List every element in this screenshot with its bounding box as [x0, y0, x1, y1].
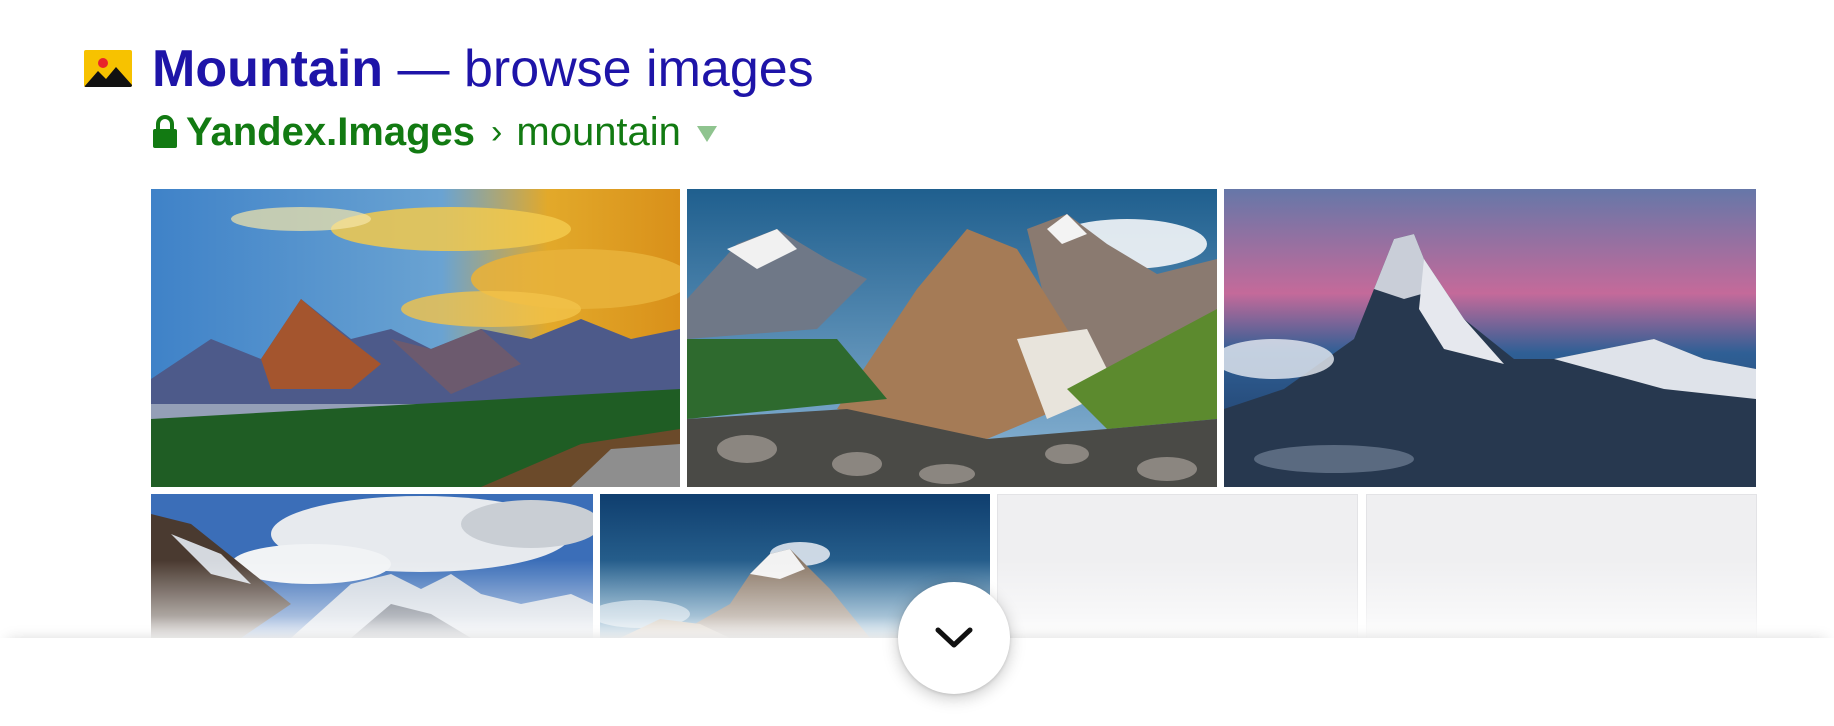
chevron-down-icon: [935, 627, 973, 648]
image-thumbnail-3[interactable]: [1224, 189, 1756, 487]
breadcrumb-host-link[interactable]: Yandex.Images: [186, 110, 475, 155]
lock-icon: [153, 115, 177, 148]
breadcrumb-path-link[interactable]: mountain: [516, 110, 681, 155]
breadcrumb-separator: ›: [491, 112, 503, 151]
search-result: Mountain — browse images Yandex.Images ›…: [0, 0, 1834, 726]
image-thumbnail-2[interactable]: [687, 189, 1217, 487]
expand-gallery-button[interactable]: [898, 582, 1010, 694]
result-title-link[interactable]: Mountain — browse images: [152, 38, 814, 100]
result-title-rest: — browse images: [383, 40, 814, 98]
image-thumbnail-1[interactable]: [151, 189, 680, 487]
image-icon: [84, 50, 132, 87]
result-title-bold: Mountain: [152, 40, 384, 98]
triangle-down-icon[interactable]: [696, 126, 717, 142]
breadcrumb: Yandex.Images › mountain: [152, 108, 717, 156]
